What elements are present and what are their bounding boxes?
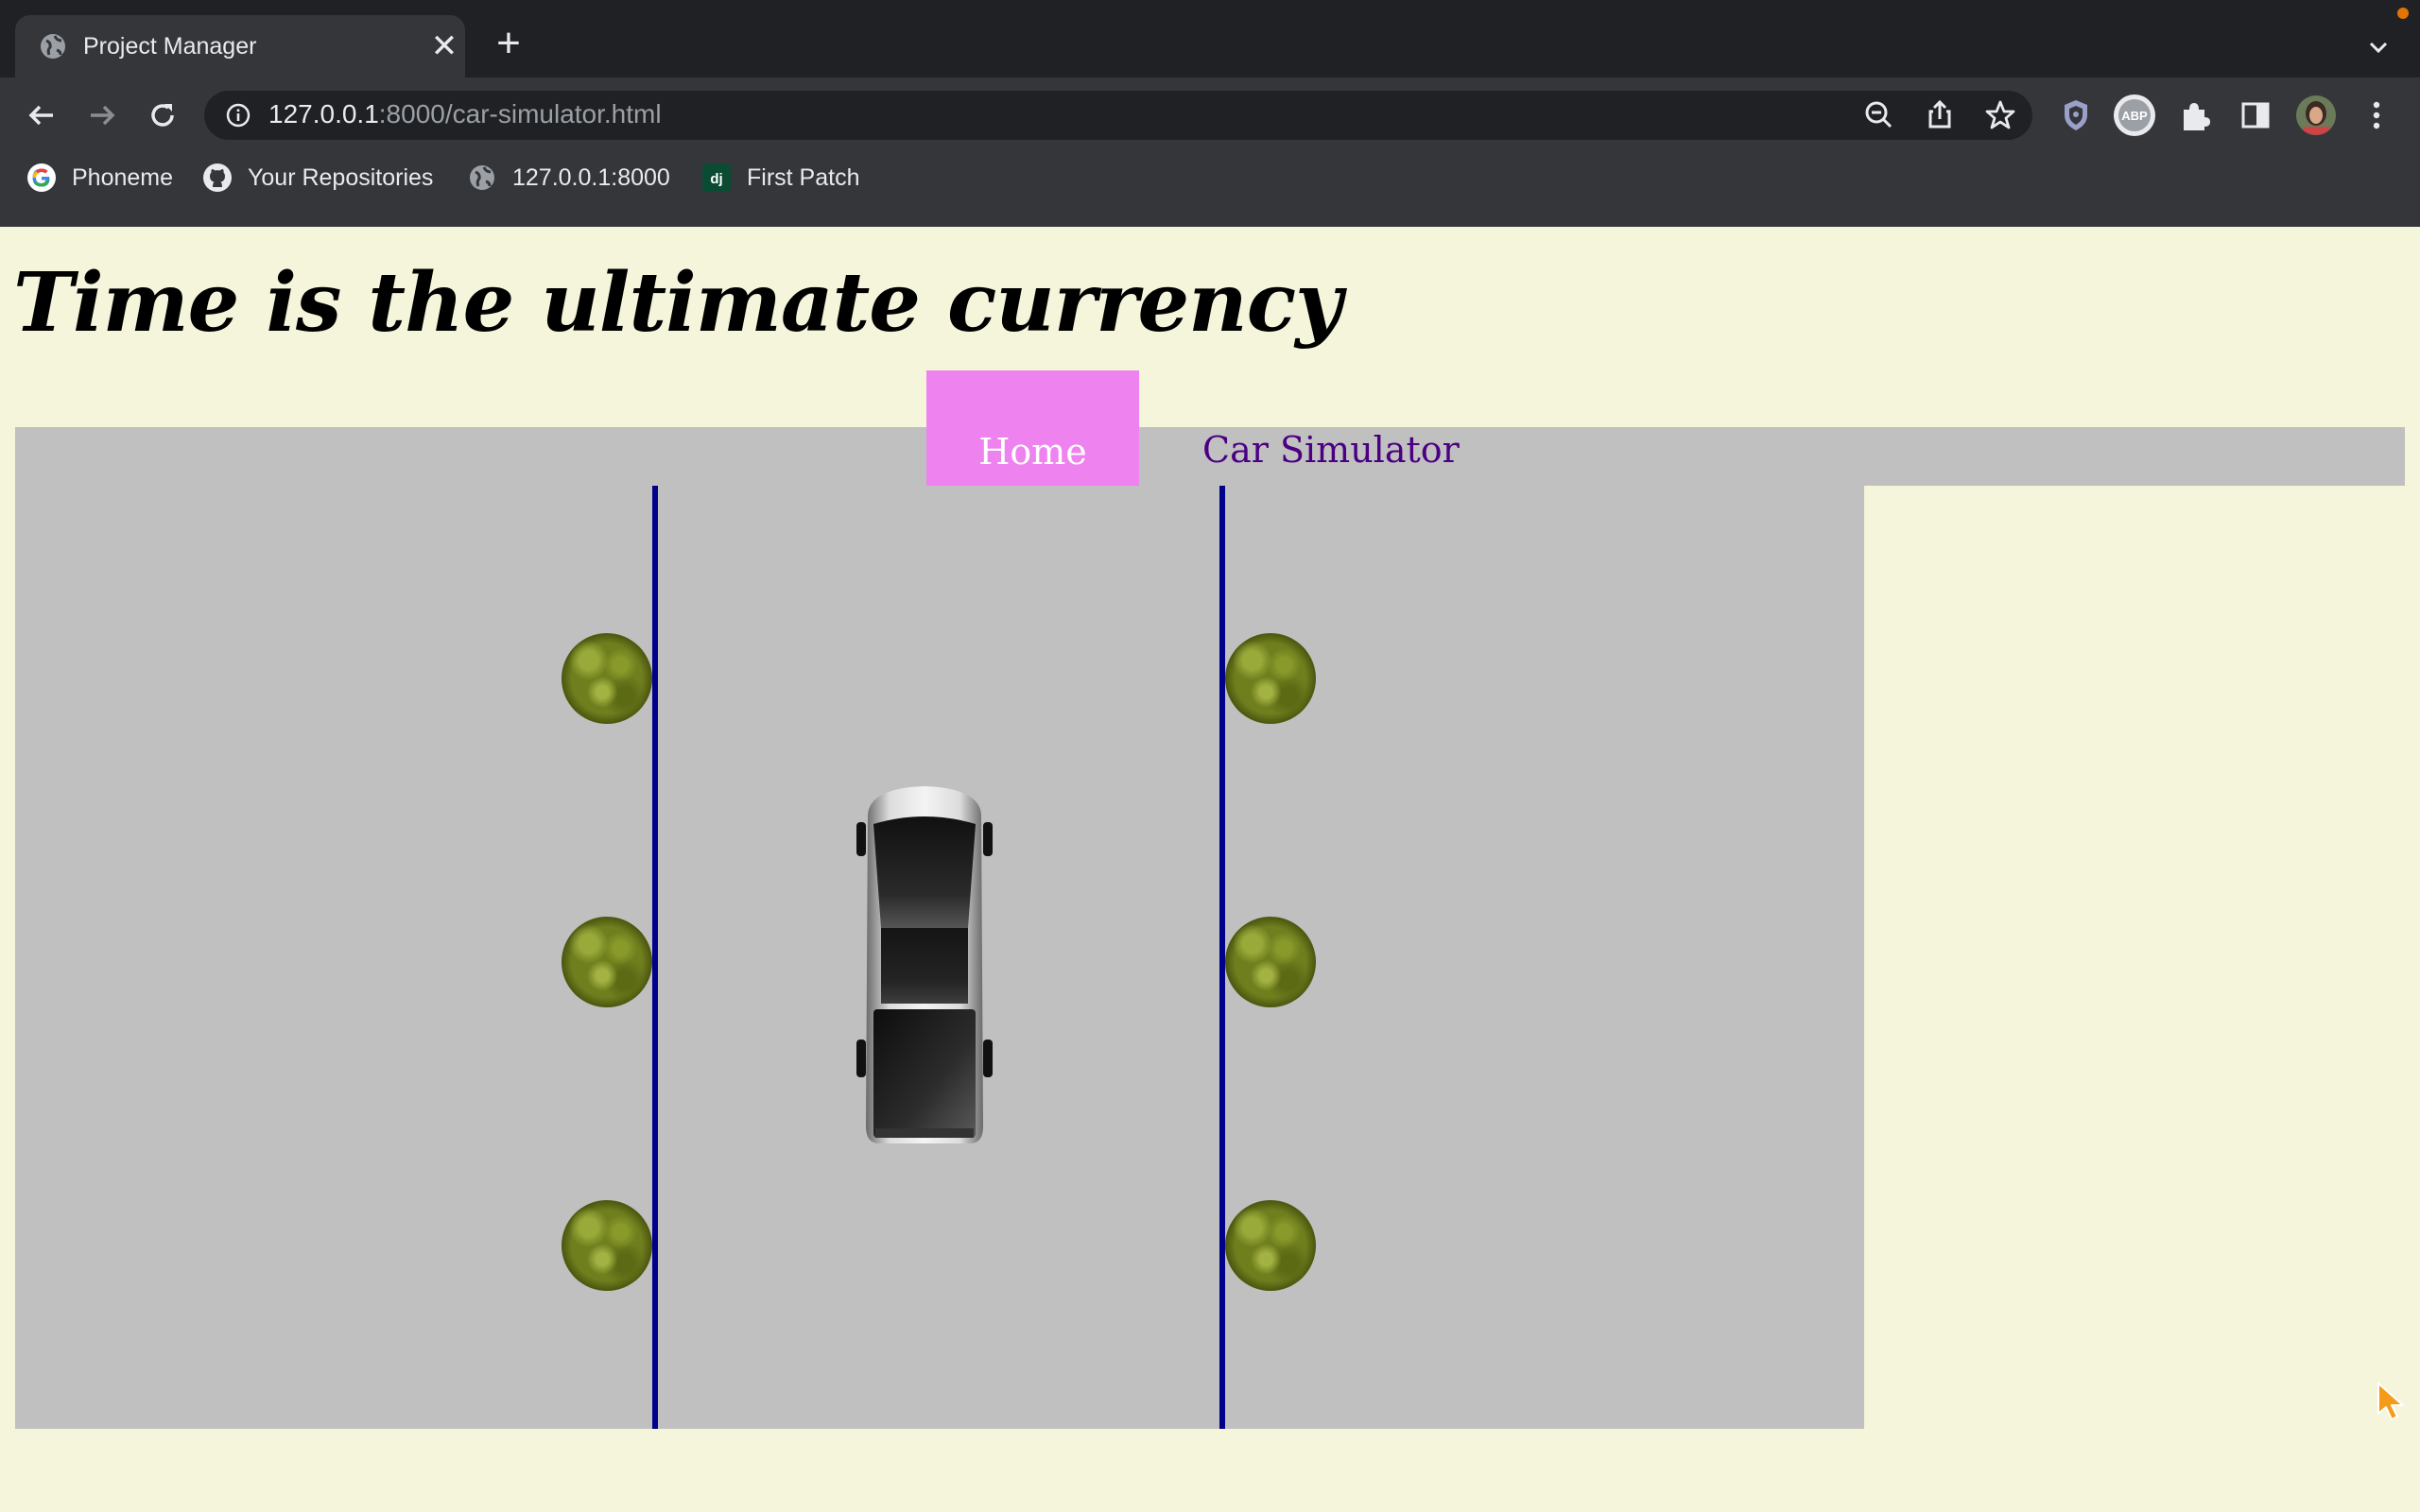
back-icon[interactable]	[21, 94, 62, 136]
bookmark-label: Phoneme	[72, 163, 174, 191]
google-icon	[27, 163, 56, 192]
url-path: :8000/car-simulator.html	[378, 99, 662, 129]
adblock-label: ABP	[2121, 109, 2148, 123]
bookmark-label: Your Repositories	[248, 163, 434, 191]
globe-icon	[41, 34, 65, 59]
tree-left-3	[562, 1200, 652, 1291]
bookmark-label: First Patch	[747, 163, 860, 191]
close-icon[interactable]: ✕	[427, 29, 461, 63]
nav-link-home[interactable]: Home	[926, 370, 1139, 486]
extensions-puzzle-icon[interactable]	[2172, 93, 2218, 138]
django-icon: dj	[702, 163, 731, 192]
tree-right-3	[1225, 1200, 1316, 1291]
car-sprite[interactable]	[856, 786, 993, 1145]
github-icon	[203, 163, 232, 192]
share-icon[interactable]	[1919, 94, 1961, 136]
django-badge-text: dj	[710, 171, 722, 187]
chevron-down-icon[interactable]	[2360, 28, 2397, 66]
tree-left-2	[562, 917, 652, 1007]
new-tab-button[interactable]: +	[490, 23, 527, 64]
bookmark-localhost[interactable]: 127.0.0.1:8000	[467, 159, 670, 197]
bookmark-phoneme[interactable]: Phoneme	[26, 159, 173, 197]
shield-icon[interactable]	[2053, 93, 2099, 138]
right-lane-line	[1219, 486, 1225, 1429]
profile-avatar-icon[interactable]	[2293, 93, 2339, 138]
bookmark-your-repositories[interactable]: Your Repositories	[202, 159, 433, 197]
globe-icon	[470, 165, 494, 190]
url-text[interactable]: 127.0.0.1:8000/car-simulator.html	[268, 98, 662, 130]
url-host: 127.0.0.1	[268, 99, 379, 129]
bookmark-label: 127.0.0.1:8000	[512, 163, 670, 191]
info-icon[interactable]	[223, 100, 253, 130]
reload-icon[interactable]	[142, 94, 183, 136]
notification-dot	[2397, 8, 2409, 19]
tree-right-2	[1225, 917, 1316, 1007]
browser-tab[interactable]: Project Manager ✕	[15, 15, 465, 77]
forward-icon[interactable]	[81, 94, 123, 136]
mouse-cursor-icon	[2377, 1383, 2404, 1420]
bookmark-first-patch[interactable]: dj First Patch	[701, 159, 859, 197]
adblock-icon[interactable]: ABP	[2112, 93, 2157, 138]
page-title: Time is the ultimate currency	[13, 255, 1342, 351]
left-lane-line	[652, 486, 658, 1429]
kebab-menu-icon[interactable]	[2354, 93, 2399, 138]
tree-right-1	[1225, 633, 1316, 724]
zoom-out-icon[interactable]	[1858, 94, 1900, 136]
bookmark-star-icon[interactable]	[1979, 94, 2021, 136]
tab-title: Project Manager	[83, 33, 257, 60]
nav-link-car-simulator[interactable]: Car Simulator	[1202, 425, 1460, 474]
side-panel-icon[interactable]	[2233, 93, 2278, 138]
tree-left-1	[562, 633, 652, 724]
